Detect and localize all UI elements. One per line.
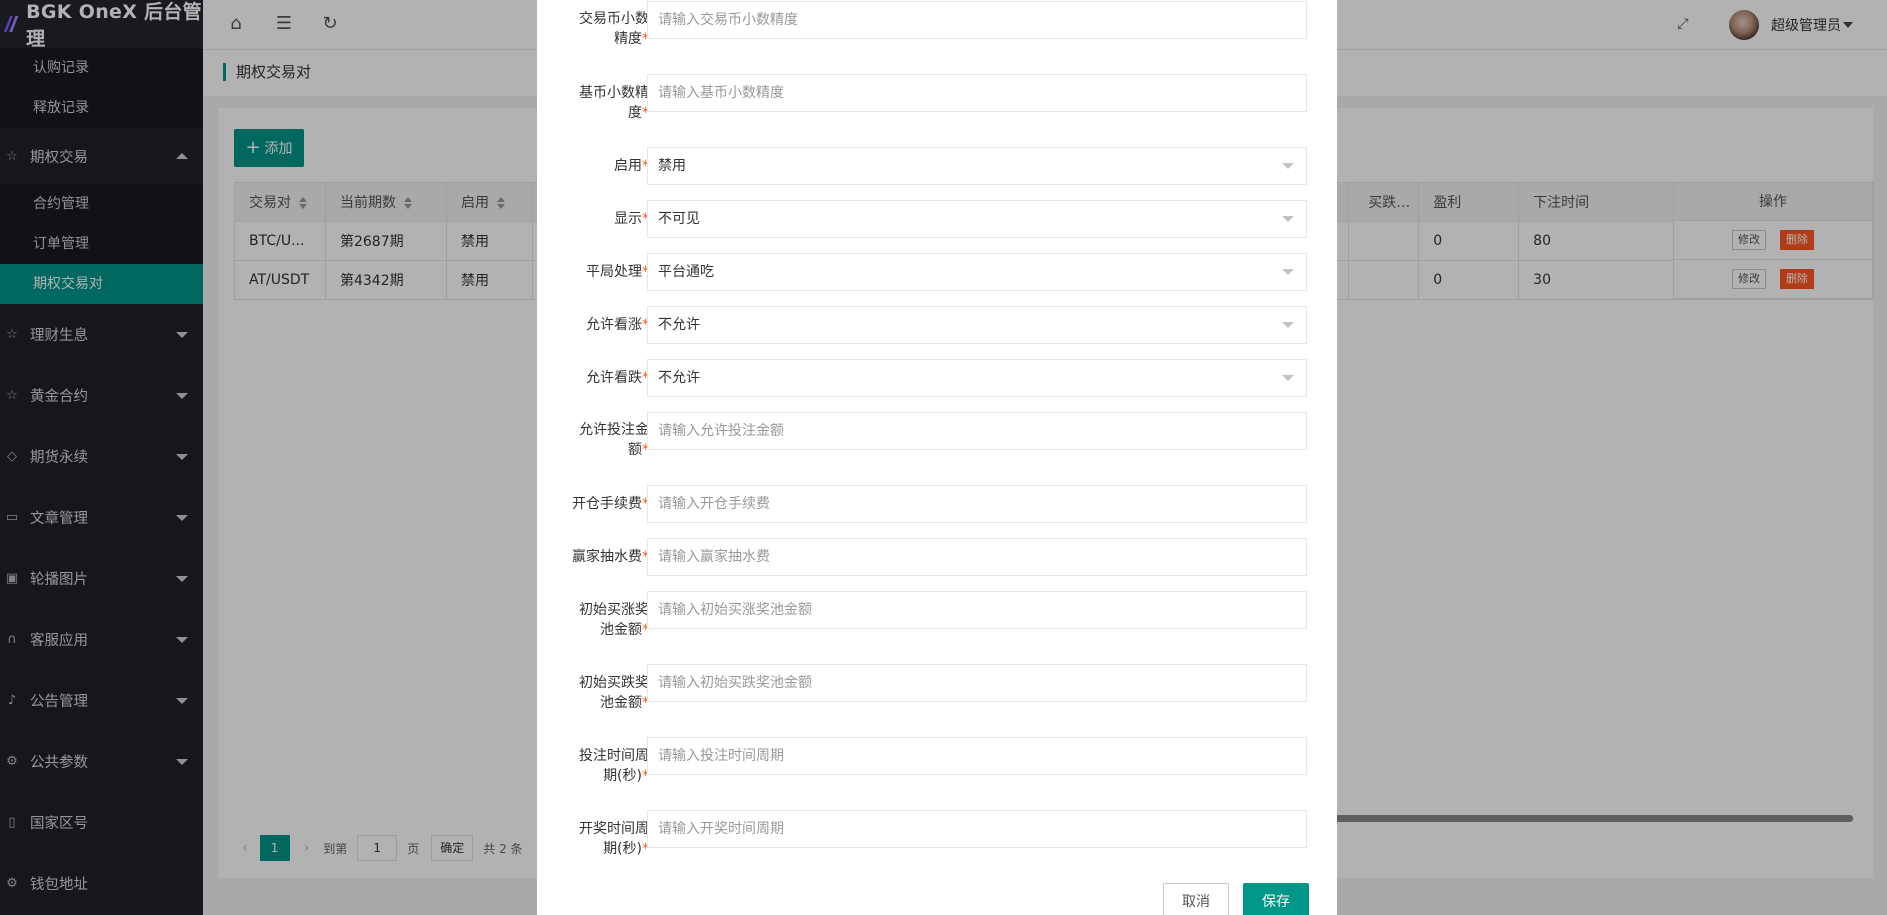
open-fee-input[interactable]: 请输入开仓手续费 <box>647 485 1307 523</box>
initial-call-pool-input[interactable]: 请输入初始买涨奖池金额 <box>647 591 1307 629</box>
field-label: 允许看涨* <box>586 317 649 333</box>
field-label: 允许投注金 额* <box>579 422 649 458</box>
visible-select[interactable]: 不可见 <box>647 200 1307 238</box>
chevron-down-icon <box>1282 269 1294 275</box>
edit-pair-modal: 交易币小数 精度* 请输入交易币小数精度 基币小数精 度* 请输入基币小数精度 启用… <box>537 0 1337 915</box>
field-label: 平局处理* <box>586 264 649 280</box>
chevron-down-icon <box>1282 216 1294 222</box>
allow-put-select[interactable]: 不允许 <box>647 359 1307 397</box>
field-label: 初始买涨奖 池金额* <box>579 602 649 638</box>
allowed-bet-amount-input[interactable]: 请输入允许投注金额 <box>647 412 1307 450</box>
base-coin-precision-input[interactable]: 请输入基币小数精度 <box>647 74 1307 112</box>
field-label: 赢家抽水费* <box>572 549 649 565</box>
field-label: 基币小数精 度* <box>579 85 649 121</box>
chevron-down-icon <box>1282 163 1294 169</box>
draw-period-input[interactable]: 请输入开奖时间周期 <box>647 810 1307 848</box>
chevron-down-icon <box>1282 375 1294 381</box>
winner-fee-input[interactable]: 请输入赢家抽水费 <box>647 538 1307 576</box>
field-label: 初始买跌奖 池金额* <box>579 675 649 711</box>
trade-coin-precision-input[interactable]: 请输入交易币小数精度 <box>647 1 1307 39</box>
field-label: 显示* <box>614 211 649 227</box>
bet-period-input[interactable]: 请输入投注时间周期 <box>647 737 1307 775</box>
cancel-button[interactable]: 取消 <box>1163 883 1229 915</box>
allow-call-select[interactable]: 不允许 <box>647 306 1307 344</box>
chevron-down-icon <box>1282 322 1294 328</box>
field-label: 允许看跌* <box>586 370 649 386</box>
field-label: 投注时间周 期(秒)* <box>579 748 649 784</box>
field-label: 启用* <box>614 158 649 174</box>
save-button[interactable]: 保存 <box>1243 883 1309 915</box>
field-label: 开仓手续费* <box>572 496 649 512</box>
enabled-select[interactable]: 禁用 <box>647 147 1307 185</box>
initial-put-pool-input[interactable]: 请输入初始买跌奖池金额 <box>647 664 1307 702</box>
field-label: 交易币小数 精度* <box>579 11 649 47</box>
field-label: 开奖时间周 期(秒)* <box>579 821 649 857</box>
draw-handling-select[interactable]: 平台通吃 <box>647 253 1307 291</box>
